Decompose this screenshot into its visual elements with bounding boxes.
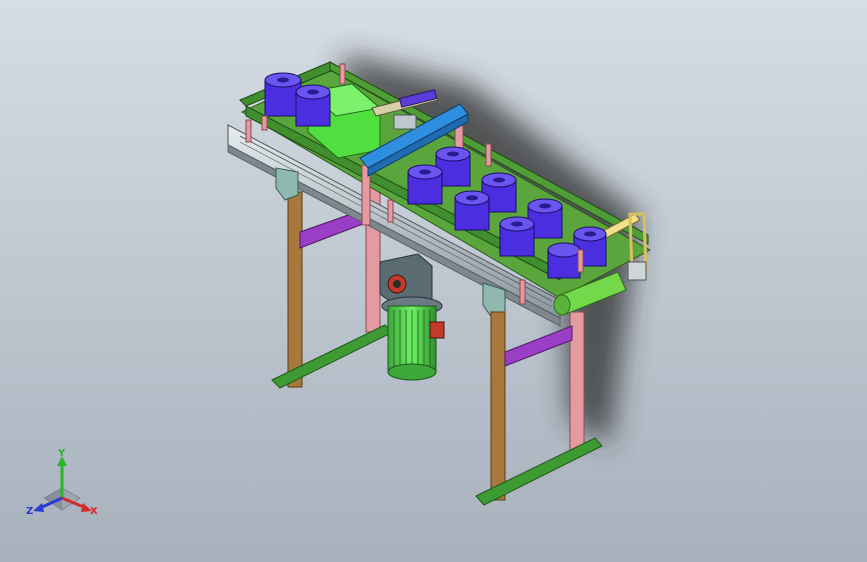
product-roll bbox=[407, 164, 443, 205]
conveyor-assembly-model[interactable] bbox=[0, 0, 867, 562]
product-roll bbox=[295, 84, 331, 127]
triad-x-label: X bbox=[90, 506, 98, 517]
product-roll bbox=[499, 216, 535, 257]
gear-motor bbox=[379, 253, 445, 381]
triad-z-label: Z bbox=[26, 506, 33, 517]
orientation-triad[interactable]: Y X Z bbox=[24, 448, 104, 523]
product-roll bbox=[454, 190, 490, 231]
graphics-viewport[interactable]: Y X Z bbox=[0, 0, 867, 562]
product-roll bbox=[547, 242, 581, 279]
triad-y-label: Y bbox=[57, 448, 66, 459]
